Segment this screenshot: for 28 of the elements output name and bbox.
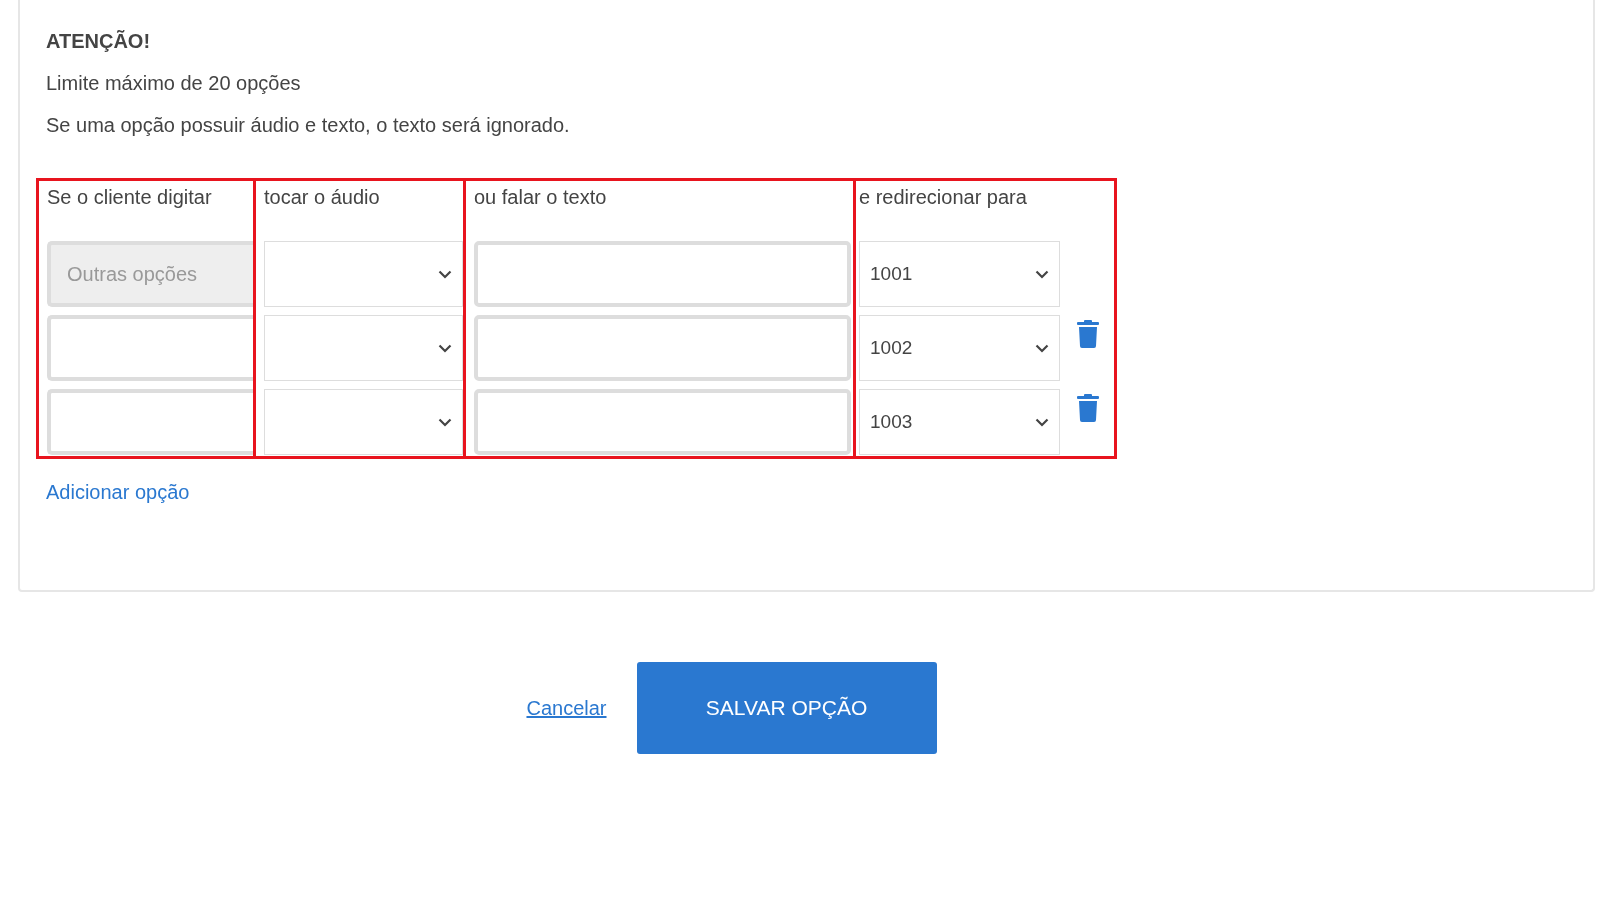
save-button[interactable]: SALVAR OPÇÃO: [636, 662, 937, 754]
chevron-down-icon: [1035, 417, 1049, 427]
dropdown[interactable]: [264, 389, 463, 455]
dropdown[interactable]: [264, 315, 463, 381]
input-field[interactable]: [474, 315, 851, 381]
input-field[interactable]: [47, 389, 253, 455]
column-header: ou falar o texto: [474, 185, 608, 210]
column-header: e redirecionar para: [859, 185, 1028, 210]
trash-icon[interactable]: [1076, 394, 1100, 422]
notice-title: ATENÇÃO!: [46, 30, 152, 54]
dropdown[interactable]: 1003: [859, 389, 1060, 455]
cancel-link[interactable]: Cancelar: [526, 696, 607, 720]
chevron-down-icon: [438, 343, 452, 353]
add-option-link[interactable]: Adicionar opção: [46, 481, 190, 504]
chevron-down-icon: [1035, 343, 1049, 353]
dropdown[interactable]: [264, 241, 463, 307]
trash-icon[interactable]: [1076, 320, 1100, 348]
chevron-down-icon: [438, 269, 452, 279]
chevron-down-icon: [1035, 269, 1049, 279]
input-field[interactable]: [474, 241, 851, 307]
dropdown[interactable]: 1002: [859, 315, 1060, 381]
column-header: Se o cliente digitar: [47, 185, 213, 210]
notice-text: Se uma opção possuir áudio e texto, o texto será ignorado.: [46, 114, 571, 138]
input-field[interactable]: [47, 315, 253, 381]
chevron-down-icon: [438, 417, 452, 427]
notice-text: Limite máximo de 20 opções: [46, 72, 302, 96]
input-field[interactable]: [474, 389, 851, 455]
column-header: tocar o áudio: [264, 185, 381, 210]
